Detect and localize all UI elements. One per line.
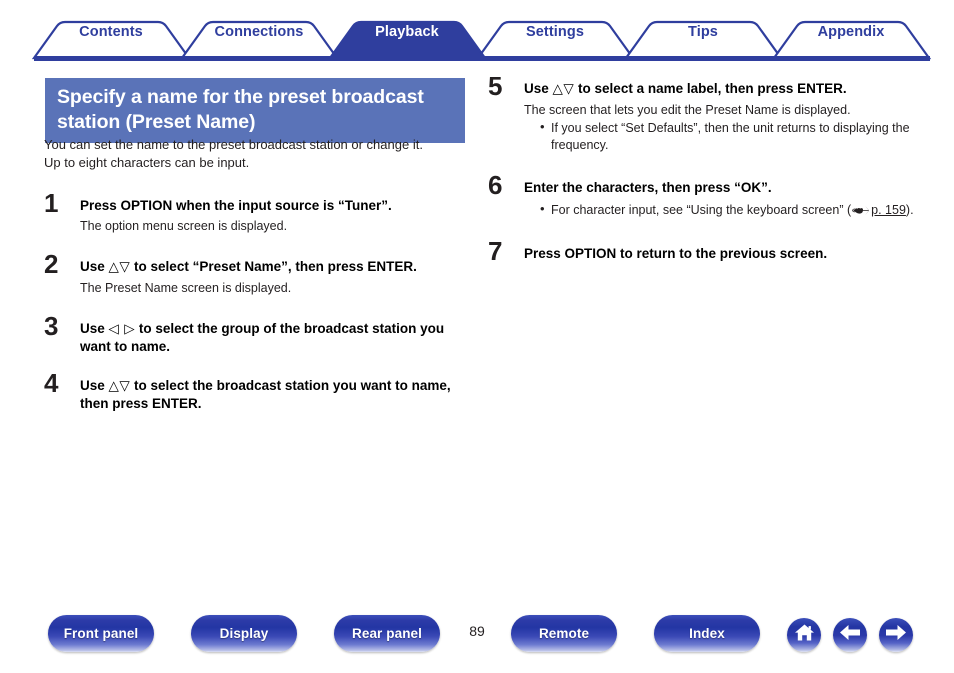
page-reference-link[interactable]: p. 159 bbox=[871, 203, 906, 217]
step-bullet-list: If you select “Set Defaults”, then the u… bbox=[524, 119, 920, 153]
left-column: You can set the name to the preset broad… bbox=[44, 136, 474, 412]
step-number: 2 bbox=[44, 249, 59, 279]
step-title-prefix: Use bbox=[80, 259, 109, 274]
front-panel-button-label: Front panel bbox=[63, 626, 139, 641]
home-button[interactable] bbox=[787, 618, 821, 652]
up-down-arrow-icon: △▽ bbox=[552, 81, 575, 97]
step-7: 7 Press OPTION to return to the previous… bbox=[488, 238, 920, 264]
step-title-suffix: to select a name label, then press ENTER… bbox=[574, 81, 847, 96]
step-5: 5 Use △▽ to select a name label, then pr… bbox=[488, 73, 920, 153]
step-4: 4 Use △▽ to select the broadcast station… bbox=[44, 370, 474, 412]
step-3: 3 Use ◁ ▷ to select the group of the bro… bbox=[44, 313, 474, 355]
step-title: Use △▽ to select “Preset Name”, then pre… bbox=[80, 258, 474, 276]
step-1: 1 Press OPTION when the input source is … bbox=[44, 190, 474, 234]
step-title-suffix: to select “Preset Name”, then press ENTE… bbox=[130, 259, 417, 274]
tab-settings[interactable]: Settings bbox=[526, 24, 584, 40]
index-button[interactable]: Index bbox=[654, 615, 760, 652]
tab-appendix[interactable]: Appendix bbox=[818, 24, 885, 40]
tab-playback[interactable]: Playback bbox=[375, 24, 439, 40]
step-description: The Preset Name screen is displayed. bbox=[80, 281, 292, 295]
tab-connections[interactable]: Connections bbox=[215, 24, 304, 40]
step-title: Press OPTION to return to the previous s… bbox=[524, 245, 828, 261]
rear-panel-button[interactable]: Rear panel bbox=[334, 615, 440, 652]
step-title: Use ◁ ▷ to select the group of the broad… bbox=[80, 320, 474, 355]
step-number: 5 bbox=[488, 71, 503, 101]
step-title-prefix: Use bbox=[524, 81, 553, 96]
step-title: Enter the characters, then press “OK”. bbox=[524, 180, 772, 195]
step-number: 6 bbox=[488, 170, 503, 200]
step-number: 7 bbox=[488, 235, 503, 266]
step-6: 6 Enter the characters, then press “OK”.… bbox=[488, 172, 920, 221]
bullet-item: For character input, see “Using the keyb… bbox=[540, 201, 920, 221]
arrow-right-icon bbox=[885, 624, 907, 646]
forward-button[interactable] bbox=[879, 618, 913, 652]
step-title: Use △▽ to select a name label, then pres… bbox=[524, 80, 920, 98]
bullet-text-prefix: For character input, see “Using the keyb… bbox=[551, 203, 852, 217]
bullet-item: If you select “Set Defaults”, then the u… bbox=[540, 119, 920, 153]
home-icon bbox=[794, 623, 815, 647]
front-panel-button[interactable]: Front panel bbox=[48, 615, 154, 652]
step-title-prefix: Use bbox=[80, 321, 109, 336]
step-description: The option menu screen is displayed. bbox=[80, 219, 288, 233]
tab-tips[interactable]: Tips bbox=[688, 24, 718, 40]
display-button-label: Display bbox=[219, 626, 269, 641]
up-down-arrow-icon: △▽ bbox=[108, 259, 131, 275]
step-title: Use △▽ to select the broadcast station y… bbox=[80, 377, 474, 412]
step-number: 3 bbox=[44, 311, 59, 341]
remote-button-label: Remote bbox=[538, 626, 590, 641]
rear-panel-button-label: Rear panel bbox=[351, 626, 423, 641]
up-down-arrow-icon: △▽ bbox=[108, 378, 131, 394]
pointing-hand-icon bbox=[852, 204, 870, 221]
step-2: 2 Use △▽ to select “Preset Name”, then p… bbox=[44, 251, 474, 296]
remote-button[interactable]: Remote bbox=[511, 615, 617, 652]
intro-line-1: You can set the name to the preset broad… bbox=[44, 137, 423, 152]
step-title: Press OPTION when the input source is “T… bbox=[80, 198, 392, 213]
arrow-left-icon bbox=[839, 624, 861, 646]
intro-line-2: Up to eight characters can be input. bbox=[44, 154, 250, 170]
step-title-prefix: Use bbox=[80, 378, 109, 393]
intro-paragraph: You can set the name to the preset broad… bbox=[44, 136, 474, 171]
right-column: 5 Use △▽ to select a name label, then pr… bbox=[488, 73, 920, 264]
footer-nav-bar: Front panel Display Rear panel 89 Remote… bbox=[0, 615, 954, 661]
index-button-label: Index bbox=[689, 626, 725, 641]
display-button[interactable]: Display bbox=[191, 615, 297, 652]
step-title-suffix: to select the broadcast station you want… bbox=[80, 378, 451, 411]
page-number: 89 bbox=[469, 623, 485, 639]
step-title-suffix: to select the group of the broadcast sta… bbox=[80, 321, 445, 354]
tab-contents[interactable]: Contents bbox=[79, 24, 143, 40]
step-description: The screen that lets you edit the Preset… bbox=[524, 103, 851, 117]
step-number: 4 bbox=[44, 368, 59, 398]
back-button[interactable] bbox=[833, 618, 867, 652]
top-tab-bar: Contents Connections Playback Settings T… bbox=[0, 0, 954, 62]
bullet-text-suffix: ). bbox=[905, 203, 914, 217]
page-title: Specify a name for the preset broadcast … bbox=[45, 78, 465, 143]
step-bullet-list: For character input, see “Using the keyb… bbox=[524, 201, 920, 221]
left-right-arrow-icon: ◁ ▷ bbox=[108, 321, 136, 337]
step-number: 1 bbox=[44, 188, 59, 218]
